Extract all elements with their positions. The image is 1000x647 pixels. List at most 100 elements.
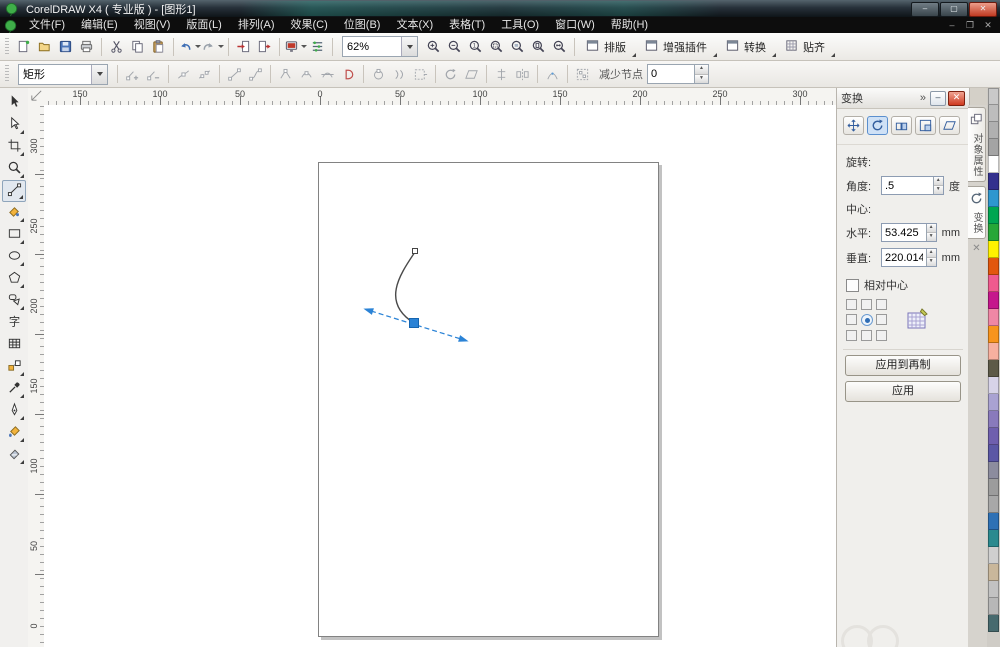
node-cusp-button[interactable]: [275, 63, 296, 85]
smart-fill-tool[interactable]: [2, 202, 26, 224]
color-swatch[interactable]: [988, 207, 999, 224]
color-swatch[interactable]: [988, 411, 999, 428]
color-swatch[interactable]: [988, 275, 999, 292]
cut-button[interactable]: [106, 36, 127, 58]
toolbar-button-plugins[interactable]: 增强插件: [638, 36, 713, 58]
transform-rotate-button[interactable]: [867, 116, 888, 135]
launcher-button[interactable]: [284, 36, 307, 58]
menu-table[interactable]: 表格(T): [441, 17, 493, 33]
zoom-combo-dropdown[interactable]: [401, 37, 417, 56]
zoom-out-button[interactable]: [444, 36, 465, 58]
options-button[interactable]: [307, 36, 328, 58]
text-tool[interactable]: 字: [2, 312, 26, 334]
vertical-spin[interactable]: ▲▼: [926, 249, 936, 266]
color-swatch[interactable]: [988, 173, 999, 190]
node-rotate-button[interactable]: [440, 63, 461, 85]
color-swatch[interactable]: [988, 394, 999, 411]
table-tool[interactable]: [2, 334, 26, 356]
spin-down-icon[interactable]: ▼: [695, 75, 708, 84]
redo-button[interactable]: [201, 36, 224, 58]
menu-effects[interactable]: 效果(C): [283, 17, 336, 33]
node-to-line-button[interactable]: [224, 63, 245, 85]
spin-up-icon[interactable]: ▲: [934, 177, 943, 186]
anchor-middle-right[interactable]: [876, 314, 887, 325]
color-swatch[interactable]: [988, 598, 999, 615]
anchor-bottom-left[interactable]: [846, 330, 857, 341]
color-swatch[interactable]: [988, 343, 999, 360]
node-delete-button[interactable]: [143, 63, 164, 85]
menu-file[interactable]: 文件(F): [21, 17, 73, 33]
toolbar-button-snap[interactable]: 贴齐: [778, 36, 831, 58]
horizontal-field[interactable]: ▲▼: [881, 223, 937, 242]
menu-text[interactable]: 文本(X): [388, 17, 441, 33]
freehand-tool[interactable]: [2, 180, 26, 202]
color-swatch[interactable]: [988, 513, 999, 530]
relative-center-checkbox[interactable]: [846, 279, 859, 292]
anchor-top-center[interactable]: [861, 299, 872, 310]
spin-up-icon[interactable]: ▲: [695, 65, 708, 75]
menu-edit[interactable]: 编辑(E): [73, 17, 126, 33]
preset-combobox[interactable]: [18, 64, 108, 85]
node-add-button[interactable]: [122, 63, 143, 85]
zoom-level-combobox[interactable]: [342, 36, 418, 57]
toolbar-overflow-arrow[interactable]: [632, 53, 636, 57]
eyedropper-tool[interactable]: [2, 378, 26, 400]
menu-view[interactable]: 视图(V): [126, 17, 179, 33]
property-bar-grip[interactable]: [5, 65, 9, 83]
reduce-nodes-stepper[interactable]: ▲▼: [647, 64, 709, 84]
preset-combo-dropdown[interactable]: [91, 65, 107, 84]
spin-down-icon[interactable]: ▼: [934, 186, 943, 194]
rectangle-tool[interactable]: [2, 224, 26, 246]
apply-button[interactable]: 应用: [845, 381, 961, 402]
copy-button[interactable]: [127, 36, 148, 58]
tab-object-properties[interactable]: 对象属性: [968, 107, 986, 182]
ellipse-tool[interactable]: [2, 246, 26, 268]
node-skew-button[interactable]: [461, 63, 482, 85]
node-symmetric-button[interactable]: [317, 63, 338, 85]
maximize-button[interactable]: ▢: [940, 2, 968, 17]
save-button[interactable]: [55, 36, 76, 58]
preset-input[interactable]: [19, 67, 85, 81]
horizontal-input[interactable]: [882, 224, 926, 241]
transform-size-button[interactable]: [915, 116, 936, 135]
node-elastic-button[interactable]: [542, 63, 563, 85]
shape-tool[interactable]: [2, 114, 26, 136]
outline-tool[interactable]: [2, 400, 26, 422]
node-reflect-button[interactable]: [512, 63, 533, 85]
crop-tool[interactable]: [2, 136, 26, 158]
toolbar-grip[interactable]: [5, 38, 9, 56]
toolbar-overflow-arrow[interactable]: [713, 53, 717, 57]
angle-input[interactable]: [882, 177, 933, 194]
apply-to-duplicate-button[interactable]: 应用到再制: [845, 355, 961, 376]
color-swatch[interactable]: [988, 530, 999, 547]
docker-expand-icon[interactable]: »: [920, 92, 926, 104]
color-swatch[interactable]: [988, 581, 999, 598]
color-swatch[interactable]: [988, 190, 999, 207]
doc-restore-button[interactable]: ❐: [963, 20, 977, 31]
transform-position-button[interactable]: [843, 116, 864, 135]
fill-tool[interactable]: [2, 422, 26, 444]
menu-bitmaps[interactable]: 位图(B): [336, 17, 389, 33]
doc-minimize-button[interactable]: –: [945, 20, 959, 31]
node-join-button[interactable]: [173, 63, 194, 85]
docker-tab-close-icon[interactable]: ✕: [968, 243, 985, 254]
polygon-tool[interactable]: [2, 268, 26, 290]
color-swatch[interactable]: [988, 309, 999, 326]
import-button[interactable]: [233, 36, 254, 58]
toolbar-button-typesetting[interactable]: 排版: [579, 36, 632, 58]
spin-up-icon[interactable]: ▲: [927, 224, 936, 233]
node-to-curve-button[interactable]: [245, 63, 266, 85]
ruler-origin-corner[interactable]: [28, 88, 45, 106]
doc-close-button[interactable]: ✕: [981, 20, 995, 31]
menu-help[interactable]: 帮助(H): [603, 17, 656, 33]
color-swatch[interactable]: [988, 258, 999, 275]
vertical-input[interactable]: [882, 249, 926, 266]
color-swatch[interactable]: [988, 479, 999, 496]
zoom-in-button[interactable]: [423, 36, 444, 58]
color-swatch[interactable]: [988, 105, 999, 122]
export-button[interactable]: [254, 36, 275, 58]
spin-down-icon[interactable]: ▼: [927, 258, 936, 266]
color-swatch[interactable]: [988, 360, 999, 377]
color-swatch[interactable]: [988, 292, 999, 309]
color-swatch[interactable]: [988, 241, 999, 258]
